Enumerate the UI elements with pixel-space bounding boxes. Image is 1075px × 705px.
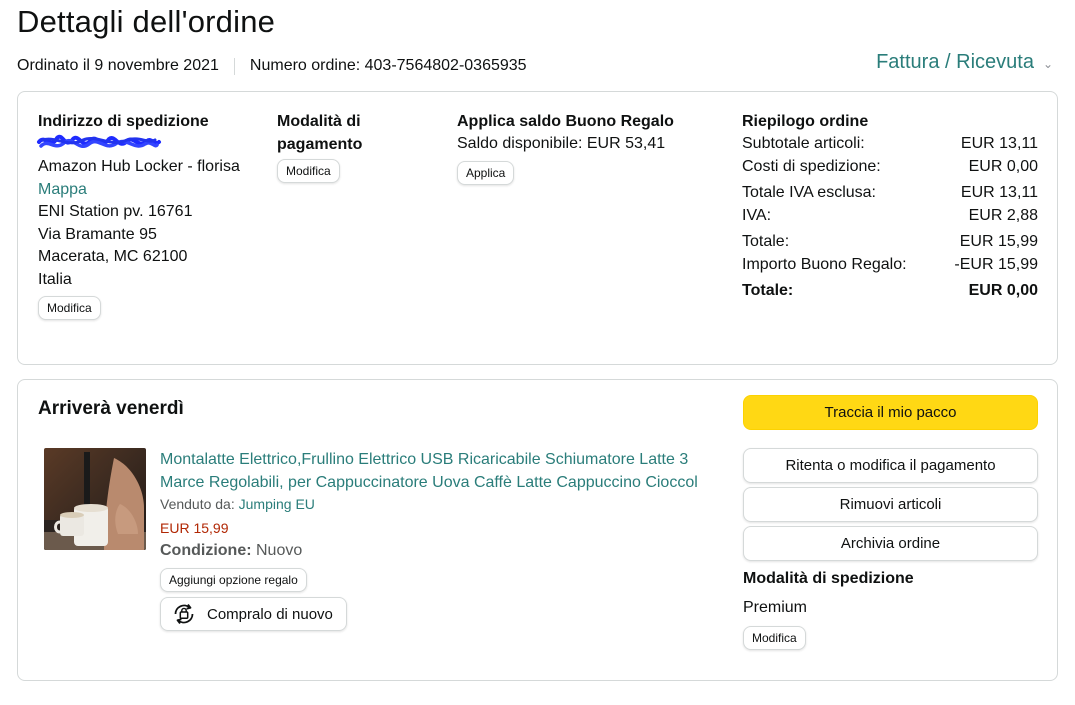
summary-label: Importo Buono Regalo: [742,255,907,273]
buy-again-label[interactable]: Compralo di nuovo [207,606,333,623]
chevron-down-icon: ⌄ [1042,57,1053,71]
product-title-link[interactable]: Montalatte Elettrico,Frullino Elettrico … [160,449,720,494]
summary-value: EUR 13,11 [960,135,1038,152]
order-number: Numero ordine: 403-7564802-0365935 [249,57,527,74]
summary-total-value: EUR 0,00 [968,282,1038,299]
payment-header-line: Modalità di [277,113,361,130]
sold-by: Venduto da: Jumping EU [160,496,315,512]
summary-row: Costi di spedizione: EUR 0,00 [742,156,1038,179]
invoice-dropdown[interactable]: Fattura / Ricevuta ⌄ [876,51,1053,74]
summary-row: IVA: EUR 2,88 [742,205,1038,228]
apply-gift-button[interactable]: Applica [457,160,515,185]
sold-by-label: Venduto da: [160,496,235,512]
summary-label: Subtotale articoli: [742,135,865,152]
condition: Condizione: Nuovo [160,540,302,562]
shipping-mode-header: Modalità di spedizione [743,570,914,587]
order-summary-header: Riepilogo ordine [742,113,869,130]
summary-value: EUR 13,11 [960,184,1038,201]
edit-shipping-mode-button[interactable]: Modifica [743,626,806,650]
summary-value: EUR 0,00 [968,157,1038,175]
map-link[interactable]: Mappa [38,179,258,202]
archive-order-button[interactable]: Archivia ordine [743,526,1038,561]
gift-card-balance: Saldo disponibile: EUR 53,41 [457,135,666,152]
buy-again-icon [171,601,197,627]
order-info-panel: Indirizzo di spedizione Amazon Hub Locke… [17,91,1058,365]
summary-row: Totale: EUR 15,99 [742,231,1038,254]
product-image[interactable] [44,448,146,550]
summary-value: EUR 15,99 [959,233,1038,250]
gift-card-header: Applica saldo Buono Regalo [457,113,674,130]
redacted-name-scribble [37,133,258,156]
summary-total-row: Totale: EUR 0,00 [742,280,1038,303]
edit-payment-button[interactable]: Modifica [277,159,340,183]
payment-section: Modalità di pagamento Modifica [277,110,427,183]
delivery-panel: Arriverà venerdì Montalatte Elettrico,Fr… [17,379,1058,681]
gift-card-section: Applica saldo Buono Regalo Saldo disponi… [457,110,697,185]
summary-total-label: Totale: [742,282,794,299]
condition-value: Nuovo [256,542,303,559]
address-line: ENI Station pv. 16761 [38,203,193,220]
retry-payment-button[interactable]: Ritenta o modifica il pagamento [743,448,1038,483]
page-title: Dettagli dell'ordine [17,4,276,39]
edit-address-button[interactable]: Modifica [38,296,101,320]
summary-label: IVA: [742,206,772,224]
summary-value: EUR 2,88 [968,206,1038,224]
summary-row: Totale IVA esclusa: EUR 13,11 [742,182,1038,205]
remove-items-button[interactable]: Rimuovi articoli [743,487,1038,522]
add-gift-option-button[interactable]: Aggiungi opzione regalo [160,568,307,592]
condition-label: Condizione: [160,542,252,559]
meta-divider [233,57,235,75]
summary-label: Totale: [742,233,790,250]
shipping-address-section: Indirizzo di spedizione Amazon Hub Locke… [37,110,258,320]
summary-label: Costi di spedizione: [742,157,881,175]
product-price: EUR 15,99 [160,520,229,536]
track-package-button[interactable]: Traccia il mio pacco [743,395,1038,430]
seller-link[interactable]: Jumping EU [239,496,315,512]
shipping-mode-value: Premium [743,599,808,616]
delivery-title: Arriverà venerdì [38,398,184,419]
buy-again-button[interactable]: Compralo di nuovo [160,597,347,631]
order-date: Ordinato il 9 novembre 2021 [17,57,219,74]
order-meta: Ordinato il 9 novembre 2021 Numero ordin… [17,57,527,75]
order-summary-section: Riepilogo ordine Subtotale articoli: EUR… [742,110,1038,303]
payment-header-line: pagamento [277,136,363,153]
address-line: Via Bramante 95 [38,225,157,243]
summary-row: Subtotale articoli: EUR 13,11 [742,133,1038,156]
invoice-link-label[interactable]: Fattura / Ricevuta [876,51,1034,74]
summary-value: -EUR 15,99 [954,255,1038,273]
summary-row: Importo Buono Regalo: -EUR 15,99 [742,254,1038,277]
summary-label: Totale IVA esclusa: [742,184,876,201]
address-line: Italia [38,270,72,288]
address-line: Macerata, MC 62100 [38,248,188,265]
address-line: Amazon Hub Locker - florisa [38,158,240,175]
